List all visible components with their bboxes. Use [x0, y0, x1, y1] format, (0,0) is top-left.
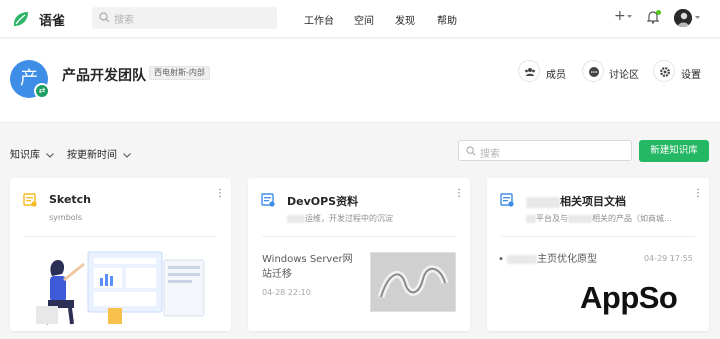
- chevron-down-icon[interactable]: [695, 16, 700, 19]
- repo-description-text-2: 相关的产品（如商城...: [592, 214, 672, 223]
- yuque-logo-icon[interactable]: [11, 9, 31, 29]
- settings-button[interactable]: [653, 60, 675, 82]
- members-icon: [525, 68, 535, 76]
- members-button[interactable]: [518, 60, 540, 82]
- repo-description-text-1: 平台及与: [536, 214, 568, 223]
- sort-filter-label: 按更新时间: [67, 150, 117, 161]
- redacted-text: [568, 214, 592, 223]
- repo-search-placeholder: 搜索: [480, 149, 500, 160]
- user-avatar[interactable]: [674, 9, 692, 27]
- nav-help[interactable]: 帮助: [437, 12, 457, 27]
- doc-list-item[interactable]: • 主页优化原型: [498, 252, 597, 267]
- redacted-text: [507, 254, 538, 264]
- members-label[interactable]: 成员: [546, 66, 566, 81]
- card-divider: [262, 236, 456, 237]
- repo-card-sketch[interactable]: Sketch ⋮ symbols: [10, 178, 231, 331]
- create-plus-button[interactable]: +: [614, 8, 626, 24]
- doc-date: 04-28 22:10: [262, 288, 311, 297]
- search-icon: [99, 12, 110, 23]
- brand-name[interactable]: 语雀: [39, 10, 65, 29]
- search-placeholder: 搜索: [114, 15, 134, 26]
- repo-description: symbols: [49, 213, 83, 222]
- notification-dot: [656, 10, 661, 15]
- doc-thumbnail-image[interactable]: [370, 252, 456, 312]
- team-switch-badge-icon[interactable]: ⇄: [34, 83, 50, 99]
- settings-icon: [660, 67, 670, 77]
- chevron-down-icon: [46, 152, 55, 158]
- appso-watermark: AppSo: [580, 280, 678, 315]
- repo-description: 平台及与 相关的产品（如商城...: [526, 213, 672, 224]
- nav-discover[interactable]: 发现: [395, 12, 415, 27]
- discussion-label[interactable]: 讨论区: [609, 66, 639, 81]
- chevron-down-icon[interactable]: [627, 15, 632, 18]
- doc-date: 04-29 17:55: [644, 254, 693, 263]
- illustration-image: [36, 251, 205, 325]
- search-icon: [466, 146, 476, 156]
- nav-workbench[interactable]: 工作台: [304, 12, 334, 27]
- repo-search-input[interactable]: 搜索: [458, 140, 632, 161]
- redacted-text: [526, 196, 560, 208]
- repo-description-text: 运维，开发过程中的沉淀: [305, 214, 393, 223]
- redacted-text: [526, 214, 536, 223]
- new-repo-button[interactable]: 新建知识库: [639, 140, 709, 162]
- repo-type-filter-label: 知识库: [10, 150, 40, 161]
- repo-title[interactable]: 相关项目文档: [526, 193, 626, 209]
- chevron-down-icon: [123, 152, 132, 158]
- more-options-icon[interactable]: ⋮: [693, 189, 703, 199]
- repo-title-text: 相关项目文档: [560, 195, 626, 208]
- bullet: •: [498, 254, 504, 265]
- doc-title: 主页优化原型: [537, 254, 598, 265]
- settings-label[interactable]: 设置: [681, 66, 701, 81]
- repo-type-filter[interactable]: 知识库: [10, 146, 55, 161]
- team-header: 产 ⇄ 产品开发团队 西电射斯-内部 成员 讨论区 设置: [0, 39, 720, 123]
- repo-book-icon: [261, 193, 275, 207]
- repo-title[interactable]: Sketch: [49, 193, 91, 206]
- card-divider: [24, 236, 217, 237]
- nav-spaces[interactable]: 空间: [354, 12, 374, 27]
- repo-description: 运维，开发过程中的沉淀: [287, 213, 393, 224]
- doc-title[interactable]: Windows Server网站迁移: [262, 252, 360, 282]
- sort-filter[interactable]: 按更新时间: [67, 146, 132, 161]
- more-options-icon[interactable]: ⋮: [454, 189, 464, 199]
- sketch-repo-icon: [23, 193, 37, 207]
- card-divider: [501, 236, 695, 237]
- repo-book-icon: [500, 193, 514, 207]
- top-navigation-bar: 语雀 搜索 工作台 空间 发现 帮助 +: [0, 0, 720, 38]
- team-org-tag: 西电射斯-内部: [149, 66, 210, 80]
- redacted-text: [287, 214, 305, 223]
- more-options-icon[interactable]: ⋮: [215, 189, 225, 199]
- discussion-icon: [589, 67, 599, 77]
- team-name: 产品开发团队: [62, 68, 146, 84]
- discussion-button[interactable]: [582, 60, 604, 82]
- repo-title[interactable]: DevOPS资料: [287, 193, 358, 209]
- global-search-input[interactable]: 搜索: [92, 7, 277, 29]
